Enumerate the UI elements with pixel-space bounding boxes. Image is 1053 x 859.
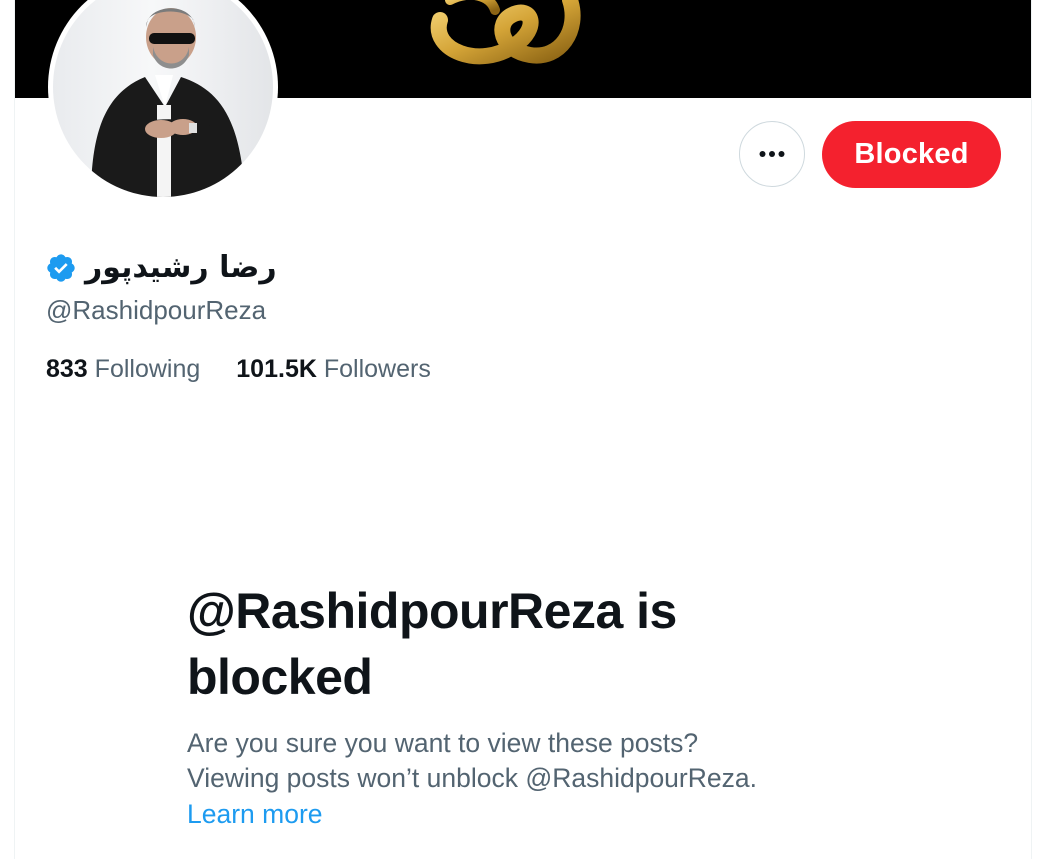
profile-display-name: رضا رشیدپور <box>85 250 277 285</box>
profile-name-row: رضا رشیدپور <box>45 246 277 290</box>
profile-stats: 833 Following 101.5K Followers <box>46 352 431 386</box>
more-options-button[interactable] <box>739 121 805 187</box>
followers-link[interactable]: 101.5K Followers <box>236 352 431 386</box>
avatar-person-illustration <box>91 8 245 197</box>
blocked-notice-description: Are you sure you want to view these post… <box>187 726 887 796</box>
followers-count: 101.5K <box>236 355 317 383</box>
followers-label: Followers <box>323 355 431 383</box>
profile-page: Blocked رضا رشیدپور @RashidpourReza 833 … <box>14 0 1032 859</box>
following-label: Following <box>94 355 201 383</box>
profile-avatar[interactable] <box>48 0 278 202</box>
verified-badge-icon[interactable] <box>45 252 77 284</box>
blocked-notice-line-2: Viewing posts won’t unblock @RashidpourR… <box>187 763 757 793</box>
banner-gold-logo-graphic <box>430 0 581 65</box>
learn-more-link[interactable]: Learn more <box>187 797 323 832</box>
following-count: 833 <box>46 355 88 383</box>
more-horizontal-icon <box>759 151 785 157</box>
avatar-photo <box>53 0 273 197</box>
profile-handle: @RashidpourReza <box>46 295 267 325</box>
blocked-notice-title: @RashidpourReza is blocked <box>187 583 677 705</box>
blocked-notice-line-1: Are you sure you want to view these post… <box>187 728 699 758</box>
following-link[interactable]: 833 Following <box>46 352 200 386</box>
blocked-button[interactable]: Blocked <box>822 121 1001 188</box>
